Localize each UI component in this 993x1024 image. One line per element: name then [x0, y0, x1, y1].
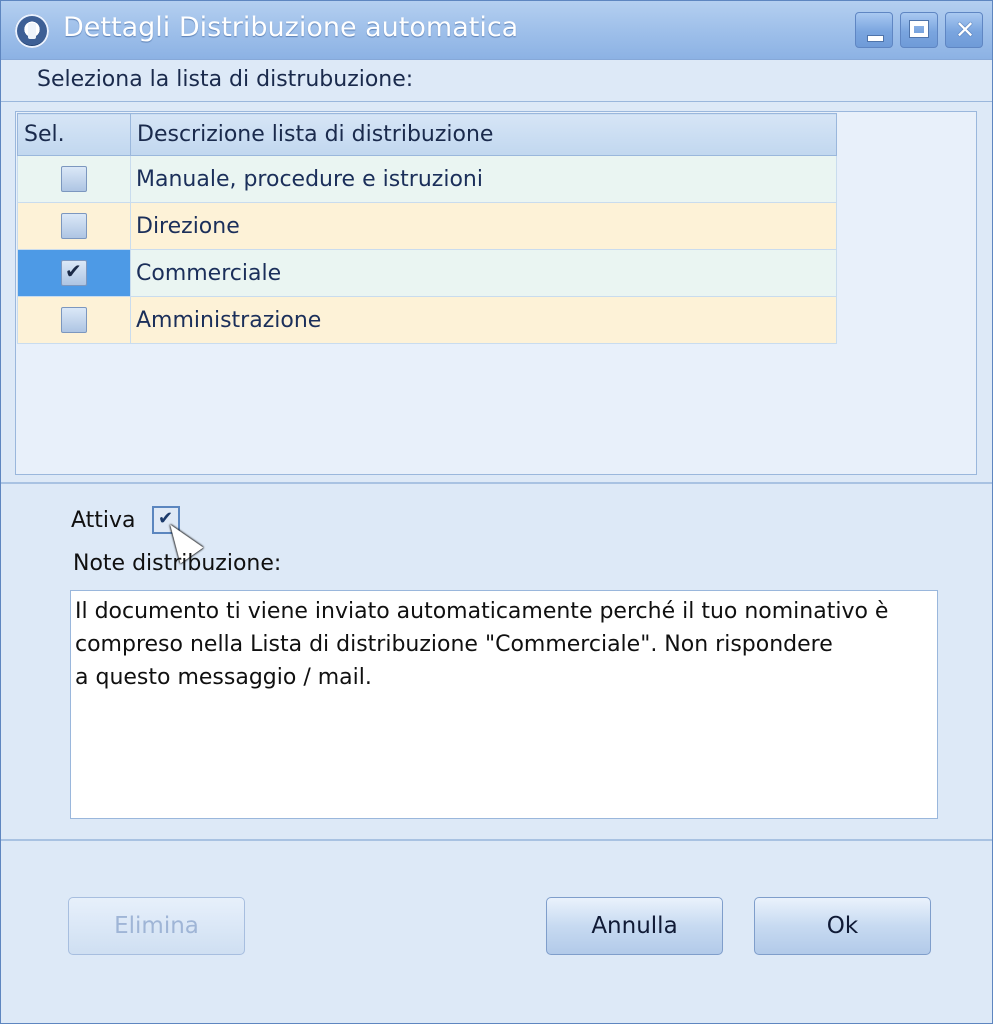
table-row[interactable]: Direzione: [17, 202, 837, 250]
list-section-label: Seleziona la lista di distrubuzione:: [37, 67, 414, 92]
window-title: Dettagli Distribuzione automatica: [63, 12, 519, 43]
ok-button[interactable]: Ok: [754, 897, 931, 955]
row-description[interactable]: Commerciale: [130, 249, 837, 297]
table-row[interactable]: Commerciale: [17, 249, 837, 297]
title-bar[interactable]: Dettagli Distribuzione automatica ✕: [1, 1, 992, 60]
row-description[interactable]: Direzione: [130, 202, 837, 250]
row-checkbox[interactable]: [61, 307, 87, 333]
footer-divider: [1, 839, 992, 841]
row-description[interactable]: Amministrazione: [130, 296, 837, 344]
attiva-label: Attiva: [71, 508, 136, 533]
row-select-cell[interactable]: [17, 296, 131, 344]
row-checkbox[interactable]: [61, 166, 87, 192]
row-description[interactable]: Manuale, procedure e istruzioni: [130, 155, 837, 203]
row-select-cell[interactable]: [17, 155, 131, 203]
minimize-button[interactable]: [855, 12, 893, 48]
maximize-icon: [909, 20, 929, 38]
close-icon: ✕: [954, 16, 976, 44]
dialog-window: Dettagli Distribuzione automatica ✕ Sele…: [0, 0, 993, 1024]
table-row[interactable]: Manuale, procedure e istruzioni: [17, 155, 837, 203]
table-row[interactable]: Amministrazione: [17, 296, 837, 344]
annulla-button[interactable]: Annulla: [546, 897, 723, 955]
notes-textarea[interactable]: Il documento ti viene inviato automatica…: [70, 590, 938, 819]
row-checkbox[interactable]: [61, 259, 87, 286]
maximize-button[interactable]: [900, 12, 938, 48]
minimize-icon: [867, 35, 884, 42]
close-button[interactable]: ✕: [945, 12, 983, 48]
app-logo-icon: [15, 14, 49, 48]
column-header-description[interactable]: Descrizione lista di distribuzione: [130, 113, 837, 156]
elimina-button[interactable]: Elimina: [68, 897, 245, 955]
column-header-sel[interactable]: Sel.: [17, 113, 131, 156]
row-checkbox[interactable]: [61, 213, 87, 239]
notes-label: Note distribuzione:: [73, 551, 282, 576]
distribution-list-grid: Sel. Descrizione lista di distribuzione …: [17, 113, 837, 344]
row-select-cell[interactable]: [17, 249, 131, 297]
row-select-cell[interactable]: [17, 202, 131, 250]
